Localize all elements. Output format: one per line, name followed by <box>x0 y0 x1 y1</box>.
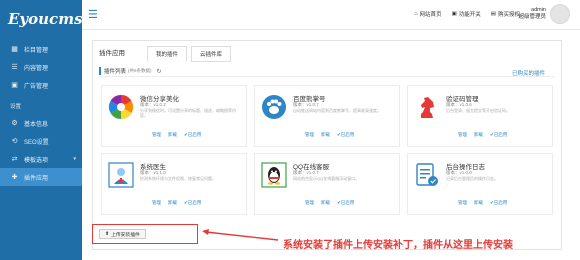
top-link-features[interactable]: ▣ 功能开关 <box>452 10 481 18</box>
refresh-icon[interactable]: ↻ <box>157 68 162 75</box>
tab-my-plugins[interactable]: 我的插件 <box>147 46 188 62</box>
manage-link[interactable]: 管理 <box>305 200 314 206</box>
manage-link[interactable]: 管理 <box>458 200 467 206</box>
avatar[interactable] <box>550 4 570 24</box>
sidebar: Eyoucms ▦ 栏目管理 ☰ 内容管理 ▣ 广告管理 设置 ⚙ 基本信息 ⟲… <box>0 0 83 260</box>
uninstall-link[interactable]: 卸载 <box>321 200 330 206</box>
image-icon: ▣ <box>11 82 18 89</box>
paw-icon <box>262 95 286 119</box>
sidebar-item-basic-info[interactable]: ⚙ 基本信息 <box>0 114 82 132</box>
page-title: 插件应用 <box>99 50 125 57</box>
sidebar-section-label: 设置 <box>10 104 22 110</box>
toggle-icon: ▣ <box>451 11 457 17</box>
plugin-card: 验证码管理 版本：v1.0.6 后台登录、留言提交等开启验证码。 管理 卸载 ✔… <box>407 85 553 147</box>
manage-link[interactable]: 管理 <box>305 132 314 138</box>
upload-plugin-button[interactable]: ⬆ 上传安装插件 <box>99 229 146 239</box>
top-link-home[interactable]: ⌂ 网站首页 <box>414 10 441 18</box>
top-link-license[interactable]: ▤ 购买授权 <box>491 10 520 18</box>
seo-icon: ⟲ <box>11 138 18 145</box>
plugin-desc: 后台登录、留言提交等开启验证码。 <box>446 108 510 113</box>
uninstall-link[interactable]: 卸载 <box>168 132 177 138</box>
sidebar-item-label: SEO设置 <box>24 139 49 146</box>
plugin-card: 微信分享美化 版本：v1.0.2 分享到微信时，可设置分享的标题、描述、缩略图等… <box>101 85 247 147</box>
list-count: (共6条数据) <box>128 68 152 73</box>
sidebar-item-column[interactable]: ▦ 栏目管理 <box>0 40 82 58</box>
annotation-arrow <box>202 229 279 241</box>
uninstall-link[interactable]: 卸载 <box>474 132 483 138</box>
sidebar-item-label: 内容管理 <box>24 65 49 72</box>
doctor-icon <box>108 162 134 188</box>
menu-toggle-icon[interactable]: ☰ <box>88 8 102 21</box>
list-icon: ☰ <box>11 64 18 71</box>
sidebar-item-content[interactable]: ☰ 内容管理 <box>0 58 82 76</box>
plugin-card: QQ在线客服 版本：v1.0.7 网站前台显示QQ在线客服浮动窗口。 管理 卸载… <box>254 153 400 215</box>
plugin-desc: 自动推送网站内容到百度熊掌号，提高收录速度。 <box>293 108 381 113</box>
sidebar-item-label: 基本信息 <box>24 121 49 128</box>
user-menu[interactable]: admin 超级管理员 <box>518 4 570 24</box>
plugin-desc: 记录后台管理员的操作日志。 <box>446 176 498 181</box>
home-icon: ⌂ <box>414 11 418 17</box>
plugin-desc: 检测系统环境与文件权限，修复常见问题。 <box>140 176 216 181</box>
bookmark-icon: ▤ <box>490 11 496 17</box>
sidebar-item-template[interactable]: ⇄ 模板选项 ▾ <box>0 150 82 168</box>
enabled-toggle[interactable]: ✔已启用 <box>184 132 201 138</box>
annotation-text: 系统安装了插件上传安装补丁，插件从这里上传安装 <box>283 240 513 251</box>
gear-icon: ⚙ <box>11 120 18 127</box>
uninstall-link[interactable]: 卸载 <box>321 132 330 138</box>
uninstall-link[interactable]: 卸载 <box>474 200 483 206</box>
qq-icon <box>261 162 287 188</box>
log-icon <box>416 163 438 186</box>
plugin-actions: 管理 卸载 ✔已启用 <box>305 200 354 206</box>
plugin-card: 后台操作日志 版本：v1.0.0 记录后台管理员的操作日志。 管理 卸载 ✔已启… <box>407 153 553 215</box>
list-accent-bar <box>99 67 101 75</box>
sidebar-item-label: 插件应用 <box>24 175 49 182</box>
plugin-actions: 管理 卸载 ✔已启用 <box>458 132 507 138</box>
plugin-desc: 网站前台显示QQ在线客服浮动窗口。 <box>293 176 360 181</box>
uninstall-link[interactable]: 卸载 <box>168 200 177 206</box>
tabs: 我的插件 云插件库 <box>147 46 232 62</box>
user-role: 超级管理员 <box>518 14 546 20</box>
manage-link[interactable]: 管理 <box>152 132 161 138</box>
plugin-panel: 插件应用 我的插件 云插件库 插件列表 (共6条数据) ↻ 已购买的插件 微信分… <box>92 40 562 250</box>
enabled-toggle[interactable]: ✔已启用 <box>184 200 201 206</box>
plugin-desc: 分享到微信时，可设置分享的标题、描述、缩略图等内容。 <box>140 108 236 118</box>
sidebar-item-label: 栏目管理 <box>24 47 49 54</box>
top-links: ⌂ 网站首页 ▣ 功能开关 ▤ 购买授权 <box>414 10 520 18</box>
knight-icon <box>421 97 434 118</box>
user-name: admin <box>531 7 546 13</box>
tab-cloud-plugins[interactable]: 云插件库 <box>191 46 232 62</box>
manage-link[interactable]: 管理 <box>152 200 161 206</box>
sidebar-item-ads[interactable]: ▣ 广告管理 <box>0 76 82 94</box>
template-icon: ⇄ <box>11 156 18 163</box>
logo[interactable]: Eyoucms <box>0 0 83 40</box>
sidebar-item-seo[interactable]: ⟲ SEO设置 <box>0 132 82 150</box>
list-title: 插件列表 <box>104 69 127 75</box>
chevron-down-icon: ▾ <box>73 156 76 162</box>
enabled-toggle[interactable]: ✔已启用 <box>490 200 507 206</box>
grid-icon: ▦ <box>11 46 18 53</box>
sidebar-item-plugins[interactable]: ✚ 插件应用 <box>0 168 82 186</box>
plugin-actions: 管理 卸载 ✔已启用 <box>305 132 354 138</box>
manage-link[interactable]: 管理 <box>458 132 467 138</box>
enabled-toggle[interactable]: ✔已启用 <box>337 132 354 138</box>
upload-highlight-box: ⬆ 上传安装插件 <box>92 224 198 244</box>
list-header: 插件列表 (共6条数据) ↻ <box>99 66 555 77</box>
plugin-card: 系统医生 版本：v1.1.0 检测系统环境与文件权限，修复常见问题。 管理 卸载… <box>101 153 247 215</box>
upload-icon: ⬆ <box>105 231 110 237</box>
enabled-toggle[interactable]: ✔已启用 <box>490 132 507 138</box>
sidebar-item-label: 模板选项 <box>24 157 49 164</box>
topbar: ☰ ⌂ 网站首页 ▣ 功能开关 ▤ 购买授权 admin 超级管理员 <box>82 0 580 30</box>
aperture-icon <box>108 94 134 120</box>
enabled-toggle[interactable]: ✔已启用 <box>337 200 354 206</box>
purchased-plugins-link[interactable]: 已购买的插件 <box>512 69 545 77</box>
plugin-icon: ✚ <box>11 174 18 181</box>
plugin-actions: 管理 卸载 ✔已启用 <box>152 132 201 138</box>
plugin-actions: 管理 卸载 ✔已启用 <box>458 200 507 206</box>
plugin-actions: 管理 卸载 ✔已启用 <box>152 200 201 206</box>
sidebar-item-label: 广告管理 <box>24 83 49 90</box>
plugin-card: 百度熊掌号 版本：v1.0.7 自动推送网站内容到百度熊掌号，提高收录速度。 管… <box>254 85 400 147</box>
